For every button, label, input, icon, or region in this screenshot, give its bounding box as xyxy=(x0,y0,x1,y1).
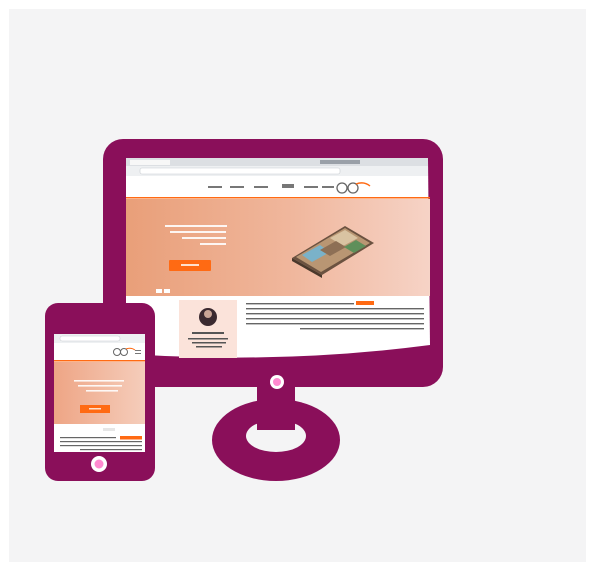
section-label xyxy=(356,301,374,305)
monitor-screen xyxy=(126,158,430,358)
hero-banner xyxy=(126,199,430,296)
smartphone xyxy=(45,303,155,481)
responsive-design-illustration xyxy=(45,139,443,481)
browser-titlebar xyxy=(126,158,428,166)
phone-hero-banner xyxy=(54,362,145,424)
site-header xyxy=(126,176,428,198)
